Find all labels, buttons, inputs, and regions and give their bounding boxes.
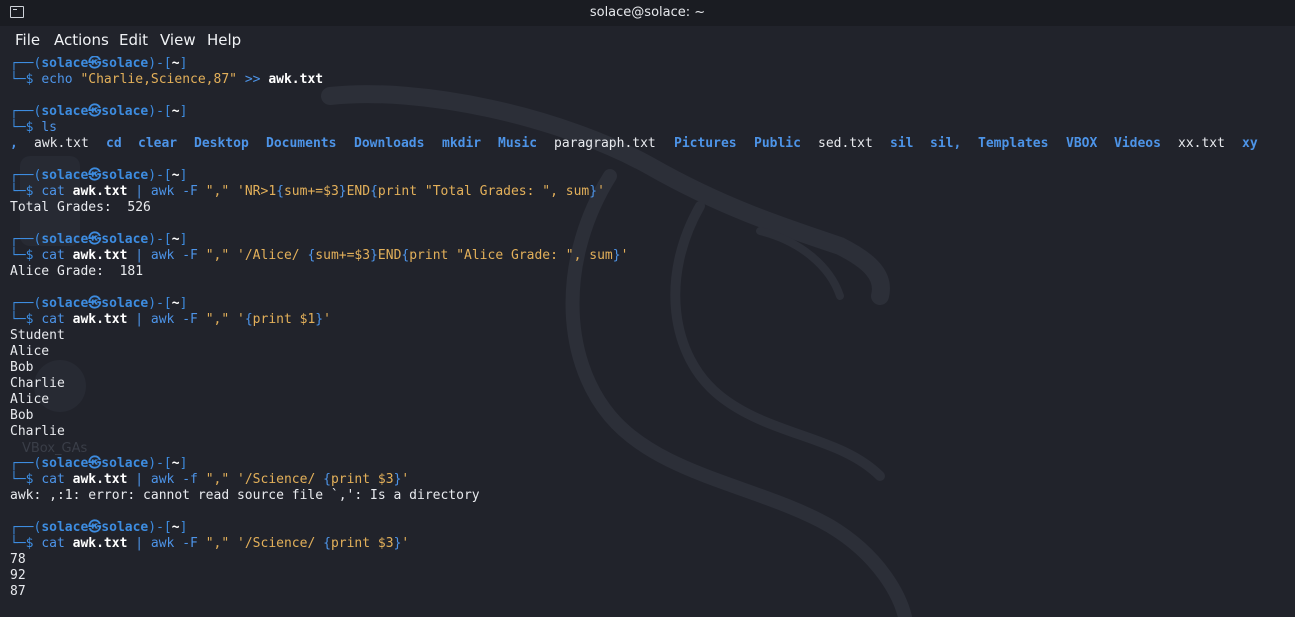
ls-directory-entry: Videos — [1114, 136, 1161, 151]
output-line: 87 — [10, 584, 26, 599]
terminal-output[interactable]: VBox_GAs ┌──(solace㉿solace)-[~] └─$ echo… — [0, 56, 1295, 617]
terminal-window: solace@solace: ~ File Actions Edit View … — [0, 0, 1295, 617]
output-line: Alice — [10, 344, 50, 359]
desktop-ghost-label: VBox_GAs — [22, 441, 88, 456]
ls-file-entry: paragraph.txt — [554, 136, 656, 151]
prompt-line: ┌──(solace㉿solace)-[~] — [10, 456, 188, 471]
output-line: 78 — [10, 552, 26, 567]
ls-file-entry: xx.txt — [1178, 136, 1225, 151]
ls-output: , awk.txt cd clear Desktop Documents Downloads… — [10, 136, 1280, 152]
ls-directory-entry: sil, — [930, 136, 962, 151]
command-line: └─$ cat awk.txt | awk -F "," '/Alice/ {s… — [10, 248, 629, 263]
title-bar: solace@solace: ~ — [0, 0, 1295, 26]
prompt-line: ┌──(solace㉿solace)-[~] — [10, 168, 188, 183]
output-line: Charlie — [10, 424, 65, 439]
ls-directory-entry: Documents — [266, 136, 337, 151]
ls-file-entry: sed.txt — [818, 136, 873, 151]
prompt-line: ┌──(solace㉿solace)-[~] — [10, 56, 188, 71]
prompt-line: ┌──(solace㉿solace)-[~] — [10, 520, 188, 535]
prompt-line: ┌──(solace㉿solace)-[~] — [10, 296, 188, 311]
ls-directory-entry: Music — [498, 136, 538, 151]
menu-actions[interactable]: Actions — [54, 31, 109, 49]
ls-directory-entry: Public — [754, 136, 801, 151]
output-line: Alice — [10, 392, 50, 407]
output-line: Alice Grade: 181 — [10, 264, 144, 279]
prompt-line: ┌──(solace㉿solace)-[~] — [10, 232, 188, 247]
ls-directory-entry: Templates — [978, 136, 1049, 151]
output-line: Charlie — [10, 376, 65, 391]
ls-directory-entry: VBOX — [1066, 136, 1098, 151]
output-line: Bob — [10, 408, 34, 423]
ls-directory-entry: mkdir — [442, 136, 482, 151]
output-line: Total Grades: 526 — [10, 200, 151, 215]
output-line: 92 — [10, 568, 26, 583]
ls-directory-entry: sil — [890, 136, 914, 151]
ls-file-entry: awk.txt — [34, 136, 89, 151]
ls-directory-entry: Desktop — [194, 136, 249, 151]
menu-file[interactable]: File — [15, 31, 40, 49]
window-title: solace@solace: ~ — [589, 5, 706, 20]
output-line: Student — [10, 328, 65, 343]
prompt-line: ┌──(solace㉿solace)-[~] — [10, 104, 188, 119]
command-line: └─$ echo "Charlie,Science,87" >> awk.txt — [10, 72, 324, 87]
command-line: └─$ cat awk.txt | awk -F "," '/Science/ … — [10, 536, 410, 551]
menu-bar: File Actions Edit View Help — [0, 26, 1295, 54]
ls-directory-entry: Pictures — [674, 136, 737, 151]
ls-directory-entry: Downloads — [354, 136, 425, 151]
ls-directory-entry: , — [10, 136, 18, 151]
output-line: Bob — [10, 360, 34, 375]
command-line: └─$ cat awk.txt | awk -F "," '{print $1}… — [10, 312, 331, 327]
menu-view[interactable]: View — [160, 31, 196, 49]
ls-directory-entry: clear — [138, 136, 178, 151]
error-line: awk: ,:1: error: cannot read source file… — [10, 488, 480, 503]
command-line: └─$ cat awk.txt | awk -F "," 'NR>1{sum+=… — [10, 184, 605, 199]
command-line: └─$ ls — [10, 120, 57, 135]
menu-edit[interactable]: Edit — [119, 31, 148, 49]
command-line: └─$ cat awk.txt | awk -f "," '/Science/ … — [10, 472, 410, 487]
ls-directory-entry: xy — [1242, 136, 1258, 151]
ls-directory-entry: cd — [106, 136, 122, 151]
menu-help[interactable]: Help — [207, 31, 241, 49]
